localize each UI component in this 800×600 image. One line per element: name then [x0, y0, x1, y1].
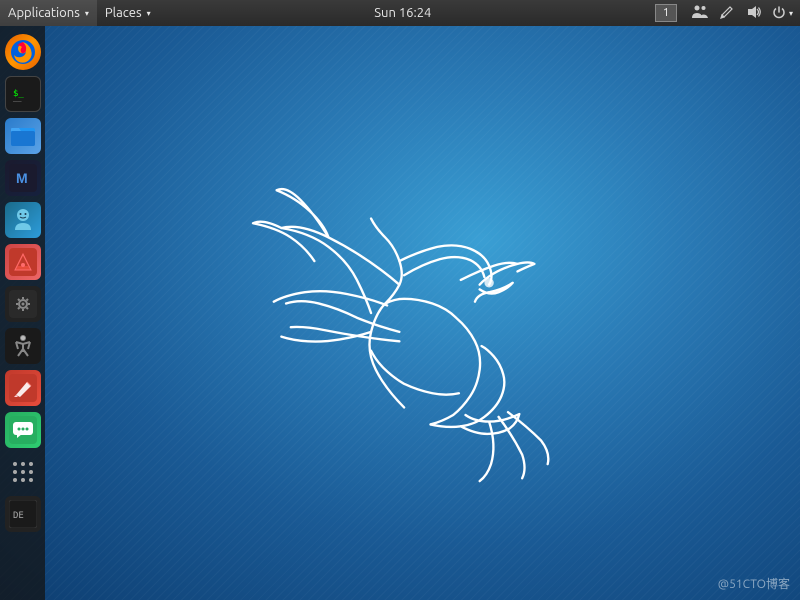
workspace-box: 1	[655, 4, 677, 22]
sidebar-item-accessibility[interactable]	[5, 328, 41, 364]
applications-label: Applications	[8, 6, 80, 20]
datetime-display[interactable]: Sun 16:24	[374, 6, 431, 20]
places-arrow-icon: ▾	[147, 9, 151, 18]
sidebar-item-mail[interactable]: M	[5, 160, 41, 196]
workspace-switcher[interactable]: 1	[647, 0, 685, 26]
sidebar-item-chat[interactable]	[5, 412, 41, 448]
watermark: @51CTO博客	[718, 575, 790, 592]
sidebar-item-burpsuite[interactable]	[5, 244, 41, 280]
places-menu[interactable]: Places ▾	[97, 0, 159, 26]
sidebar-item-de[interactable]: DE	[5, 496, 41, 532]
workspace-number: 1	[663, 7, 669, 19]
volume-icon	[746, 5, 762, 22]
top-bar-left: Applications ▾ Places ▾	[0, 0, 159, 26]
sidebar-item-settings[interactable]	[5, 286, 41, 322]
people-icon	[692, 5, 708, 22]
kali-dragon-logo	[45, 26, 800, 600]
sidebar-item-firefox[interactable]	[5, 34, 41, 70]
sidebar-item-draw[interactable]	[5, 370, 41, 406]
top-bar-right: 1	[647, 0, 800, 26]
watermark-text: @51CTO博客	[718, 578, 790, 591]
pencil-icon	[720, 5, 734, 22]
pencil-tray-icon[interactable]	[715, 0, 739, 26]
places-label: Places	[105, 6, 142, 20]
applications-arrow-icon: ▾	[85, 9, 89, 18]
power-tray-area[interactable]: ▾	[769, 0, 796, 26]
desktop: Applications ▾ Places ▾ Sun 16:24 1	[0, 0, 800, 600]
sidebar-item-files[interactable]	[5, 118, 41, 154]
sidebar-item-character[interactable]	[5, 202, 41, 238]
power-arrow-icon: ▾	[789, 9, 793, 18]
svg-text:DE: DE	[13, 511, 24, 521]
sidebar-item-appgrid[interactable]	[5, 454, 41, 490]
volume-tray-icon[interactable]	[741, 0, 767, 26]
sidebar-item-terminal[interactable]: $_ ──	[5, 76, 41, 112]
top-bar: Applications ▾ Places ▾ Sun 16:24 1	[0, 0, 800, 26]
svg-text:M: M	[16, 170, 28, 186]
people-tray-icon[interactable]	[687, 0, 713, 26]
sidebar-dock: $_ ── M	[0, 26, 45, 600]
power-icon	[772, 5, 786, 22]
top-bar-center: Sun 16:24	[159, 6, 647, 20]
svg-text:──: ──	[12, 98, 22, 106]
applications-menu[interactable]: Applications ▾	[0, 0, 97, 26]
